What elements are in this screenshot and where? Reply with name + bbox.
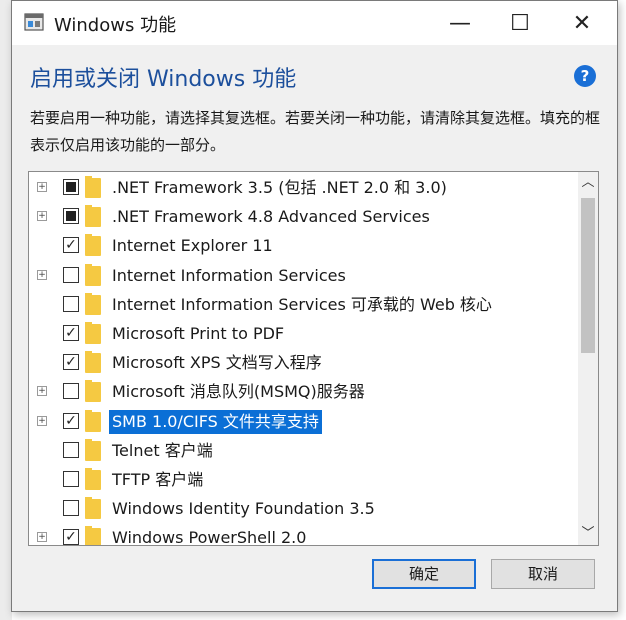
feature-label: Internet Explorer 11 — [112, 236, 273, 256]
close-button[interactable]: ✕ — [552, 1, 612, 45]
dialog-heading: 启用或关闭 Windows 功能 — [30, 67, 297, 92]
feature-label: Windows Identity Foundation 3.5 — [112, 499, 375, 519]
expand-toggle-icon[interactable]: + — [37, 415, 47, 426]
feature-row[interactable]: + .NET Framework 3.5 (包括 .NET 2.0 和 3.0) — [29, 173, 577, 202]
feature-label: .NET Framework 4.8 Advanced Services — [112, 207, 430, 227]
expand-toggle-icon[interactable]: + — [37, 386, 47, 397]
maximize-button[interactable]: ☐ — [490, 1, 550, 45]
feature-row[interactable]: + ✓ SMB 1.0/CIFS 文件共享支持 — [29, 407, 577, 436]
folder-icon — [85, 176, 101, 198]
feature-label: Telnet 客户端 — [112, 440, 213, 460]
expand-toggle-icon[interactable]: + — [37, 182, 47, 192]
folder-icon — [85, 234, 101, 257]
folder-icon — [85, 380, 101, 403]
folder-icon — [85, 205, 101, 228]
feature-label: Microsoft 消息队列(MSMQ)服务器 — [112, 382, 365, 402]
expand-toggle-icon[interactable]: + — [37, 211, 47, 222]
feature-row[interactable]: ✓ Microsoft XPS 文档写入程序 — [29, 348, 577, 377]
feature-label: Microsoft XPS 文档写入程序 — [112, 353, 322, 373]
feature-checkbox[interactable] — [63, 441, 79, 458]
feature-row[interactable]: + ✓ Windows PowerShell 2.0 — [29, 523, 577, 546]
windows-features-app-icon — [24, 13, 44, 31]
feature-checkbox[interactable]: ✓ — [63, 325, 79, 341]
feature-row[interactable]: ✓ Internet Explorer 11 — [29, 231, 577, 260]
expand-toggle-icon[interactable]: + — [37, 532, 47, 543]
feature-row[interactable]: ✓ Microsoft Print to PDF — [29, 319, 577, 348]
minimize-button[interactable]: — — [430, 1, 490, 45]
feature-row[interactable]: Windows Identity Foundation 3.5 — [29, 494, 577, 523]
feature-row[interactable]: + .NET Framework 4.8 Advanced Services — [29, 202, 577, 231]
scroll-up-arrow-icon[interactable]: ︿ — [578, 172, 598, 194]
feature-label: Internet Information Services 可承载的 Web 核… — [112, 294, 492, 314]
folder-icon — [85, 409, 101, 432]
folder-icon — [85, 322, 101, 344]
folder-icon — [85, 263, 101, 286]
feature-checkbox[interactable] — [63, 471, 79, 487]
folder-icon — [85, 292, 101, 315]
feature-row[interactable]: + Microsoft 消息队列(MSMQ)服务器 — [29, 377, 577, 406]
feature-row[interactable]: Internet Information Services 可承载的 Web 核… — [29, 290, 577, 319]
feature-label: SMB 1.0/CIFS 文件共享支持 — [109, 409, 322, 434]
scroll-down-arrow-icon[interactable]: ﹀ — [578, 523, 598, 545]
feature-checkbox[interactable]: ✓ — [63, 354, 79, 371]
feature-row[interactable]: + Internet Information Services — [29, 261, 577, 290]
dialog-description: 若要启用一种功能，请选择其复选框。若要关闭一种功能，请清除其复选框。填充的框表示… — [30, 109, 601, 154]
ok-button[interactable]: 确定 — [372, 559, 476, 589]
feature-label: Windows PowerShell 2.0 — [112, 528, 307, 546]
title-bar: Windows 功能 — ☐ ✕ — [12, 1, 617, 45]
vertical-scrollbar[interactable]: ︿ ﹀ — [578, 172, 598, 545]
feature-label: Microsoft Print to PDF — [112, 324, 285, 343]
feature-checkbox[interactable] — [63, 266, 79, 283]
help-icon[interactable]: ? — [574, 65, 596, 87]
feature-checkbox[interactable] — [63, 179, 79, 195]
feature-checkbox[interactable] — [63, 208, 79, 225]
folder-icon — [85, 438, 101, 461]
folder-icon — [85, 351, 101, 374]
feature-label: Internet Information Services — [112, 265, 346, 285]
feature-checkbox[interactable]: ✓ — [63, 529, 79, 545]
feature-checkbox[interactable]: ✓ — [63, 237, 79, 254]
feature-label: .NET Framework 3.5 (包括 .NET 2.0 和 3.0) — [112, 178, 447, 197]
feature-label: TFTP 客户端 — [112, 470, 204, 489]
feature-checkbox[interactable] — [63, 383, 79, 400]
scrollbar-thumb[interactable] — [581, 198, 595, 353]
folder-icon — [85, 526, 101, 545]
folder-icon — [85, 497, 101, 520]
feature-row[interactable]: TFTP 客户端 — [29, 465, 577, 494]
cancel-button[interactable]: 取消 — [491, 559, 595, 589]
feature-row[interactable]: Telnet 客户端 — [29, 436, 577, 465]
folder-icon — [85, 468, 101, 490]
feature-checkbox[interactable] — [63, 295, 79, 312]
window-title: Windows 功能 — [54, 15, 177, 36]
feature-checkbox[interactable]: ✓ — [63, 412, 79, 429]
features-tree[interactable]: + .NET Framework 3.5 (包括 .NET 2.0 和 3.0) +… — [28, 171, 599, 546]
windows-features-dialog: Windows 功能 — ☐ ✕ 启用或关闭 Windows 功能 ? 若要启用… — [11, 0, 618, 612]
expand-toggle-icon[interactable]: + — [37, 269, 47, 280]
feature-checkbox[interactable] — [63, 500, 79, 517]
